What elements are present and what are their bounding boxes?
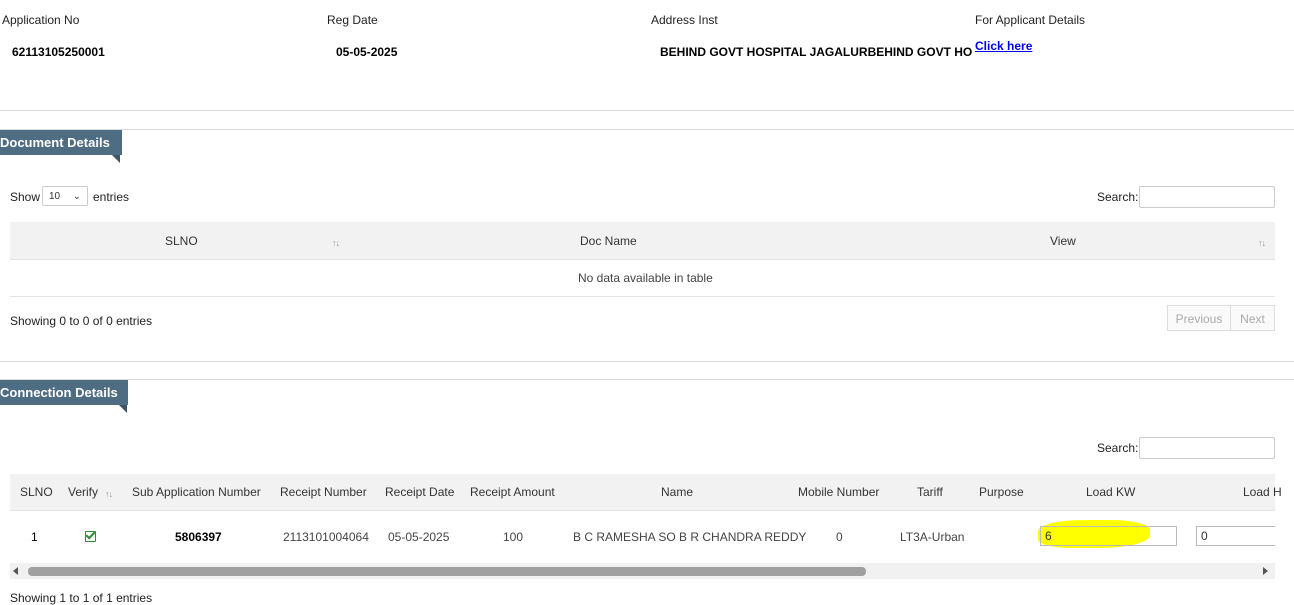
cell-mobile-number: 0: [836, 530, 843, 544]
scroll-right-icon[interactable]: [1263, 567, 1268, 575]
cell-receipt-number: 2113101004064: [283, 530, 369, 544]
entries-label: entries: [93, 190, 130, 204]
cell-name: B C RAMESHA SO B R CHANDRA REDDY: [573, 530, 807, 544]
cell-receipt-date: 05-05-2025: [388, 530, 450, 544]
sort-icon[interactable]: ↑↓: [332, 238, 340, 248]
column-header-mobile-number[interactable]: Mobile Number: [798, 485, 879, 499]
application-no-label: Application No: [2, 13, 80, 27]
row-divider: [10, 296, 1275, 297]
applicant-details-label: For Applicant Details: [975, 13, 1086, 27]
column-header-verify[interactable]: Verify: [68, 485, 98, 499]
ribbon-fold: [119, 405, 127, 413]
cell-receipt-amount: 100: [503, 530, 524, 544]
search-label: Search:: [1097, 441, 1139, 455]
ribbon-fold: [112, 155, 120, 163]
cell-sub-application-number: 5806397: [175, 530, 222, 544]
column-header-doc-name[interactable]: Doc Name: [580, 234, 637, 248]
table-header: [10, 222, 1275, 259]
divider: [0, 361, 1294, 362]
column-header-receipt-number[interactable]: Receipt Number: [280, 485, 367, 499]
divider: [0, 129, 1294, 130]
column-header-purpose[interactable]: Purpose: [979, 485, 1024, 499]
page-size-select[interactable]: 10 ⌄: [42, 186, 88, 206]
column-header-load-kw[interactable]: Load KW: [1086, 485, 1135, 499]
section-title: Connection Details: [0, 385, 118, 400]
address-value: BEHIND GOVT HOSPITAL JAGALURBEHIND GOVT …: [660, 45, 973, 59]
load-h-input[interactable]: 0: [1196, 526, 1275, 546]
sort-icon[interactable]: ↑↓: [105, 489, 113, 499]
column-header-tariff[interactable]: Tariff: [917, 485, 943, 499]
document-search-input[interactable]: [1139, 186, 1275, 208]
column-header-slno[interactable]: SLNO: [165, 234, 198, 248]
reg-date-value: 05-05-2025: [336, 45, 398, 59]
row-divider: [10, 510, 1275, 511]
column-header-view[interactable]: View: [1050, 234, 1076, 248]
divider: [0, 379, 1294, 380]
column-header-slno[interactable]: SLNO: [20, 485, 53, 499]
document-details-ribbon: Document Details: [0, 130, 122, 163]
page-size-value: 10: [49, 191, 61, 202]
column-header-receipt-date[interactable]: Receipt Date: [385, 485, 454, 499]
cell-slno: 1: [31, 530, 38, 544]
divider: [0, 110, 1294, 111]
connection-search-input[interactable]: [1139, 437, 1275, 459]
reg-date-label: Reg Date: [327, 13, 378, 27]
previous-button[interactable]: Previous: [1167, 305, 1231, 331]
address-label: Address Inst: [651, 13, 718, 27]
column-header-load-h[interactable]: Load H: [1243, 485, 1282, 499]
applicant-details-link[interactable]: Click here: [975, 39, 1032, 53]
load-kw-input[interactable]: 6: [1040, 526, 1177, 546]
next-button[interactable]: Next: [1230, 305, 1275, 331]
scroll-left-icon[interactable]: [13, 567, 18, 575]
column-header-name[interactable]: Name: [661, 485, 693, 499]
sort-icon[interactable]: ↑↓: [1258, 238, 1266, 248]
scrollbar-thumb[interactable]: [28, 567, 866, 576]
show-label: Show: [10, 190, 41, 204]
empty-table-message: No data available in table: [578, 271, 713, 285]
column-header-receipt-amount[interactable]: Receipt Amount: [470, 485, 555, 499]
application-no-value: 62113105250001: [12, 45, 105, 59]
cell-tariff: LT3A-Urban: [900, 530, 965, 544]
verified-checkbox-icon[interactable]: [85, 531, 96, 542]
connection-details-ribbon: Connection Details: [0, 380, 128, 413]
row-divider: [10, 259, 1275, 260]
column-header-sub-application-number[interactable]: Sub Application Number: [132, 485, 261, 499]
section-title: Document Details: [0, 135, 110, 150]
table-info: Showing 0 to 0 of 0 entries: [10, 314, 153, 328]
chevron-down-icon: ⌄: [72, 191, 81, 202]
search-label: Search:: [1097, 190, 1139, 204]
